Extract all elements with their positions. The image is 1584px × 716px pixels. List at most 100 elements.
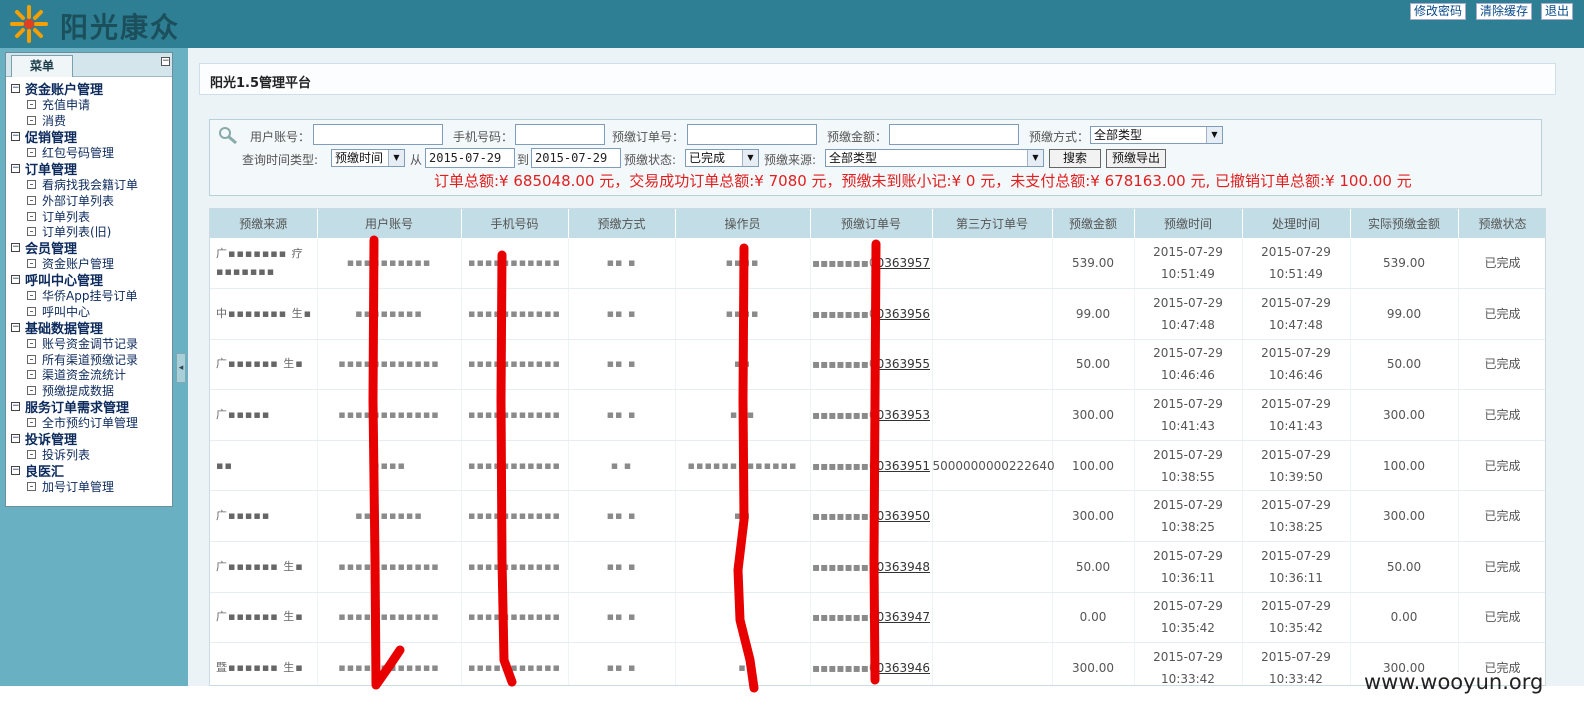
process-time-cell: 2015-07-29 10:41:43	[1242, 389, 1351, 441]
export-button[interactable]: 预缴导出	[1106, 149, 1166, 168]
menu-group[interactable]: − 投诉管理	[11, 431, 172, 448]
collapse-icon[interactable]: −	[11, 132, 20, 142]
order-number-link[interactable]: 0363953	[877, 408, 930, 422]
operator-cell: ▪▪	[675, 339, 811, 391]
method-cell: ▪▪ ▪	[568, 541, 676, 593]
process-time-cell-time: 10:35:42	[1269, 621, 1323, 636]
main-content: 阳光1.5管理平台 用户账号： 手机号码： 预缴订单号： 预缴金额： 预缴方式：…	[188, 48, 1584, 686]
menu-item[interactable]: 账号资金调节记录	[11, 335, 172, 351]
collapse-icon[interactable]: −	[11, 275, 20, 285]
column-header: 实际预缴金额	[1350, 209, 1459, 238]
column-header: 预缴时间	[1134, 209, 1243, 238]
menu-group[interactable]: − 服务订单需求管理	[11, 399, 172, 416]
prepay-time-cell-date: 2015-07-29	[1153, 245, 1223, 260]
source-value: 全部类型	[829, 151, 878, 165]
order-number-cell: ▪▪▪▪▪▪▪00363956	[810, 288, 933, 340]
prepay-time-cell-time: 10:35:42	[1161, 621, 1215, 636]
source-cell: 广▪▪▪▪▪	[210, 490, 318, 543]
menu-group[interactable]: − 订单管理	[11, 160, 172, 178]
menu-item[interactable]: 加号订单管理	[11, 478, 172, 494]
order-number-link[interactable]: 0363946	[877, 661, 930, 675]
process-time-cell-date: 2015-07-29	[1261, 397, 1331, 412]
time-type-select[interactable]: 预缴时间 ▼	[331, 149, 405, 167]
collapse-icon[interactable]: −	[11, 465, 20, 475]
prepay-order-input[interactable]	[687, 124, 817, 145]
order-number-link[interactable]: 0363947	[877, 610, 930, 624]
menu-item[interactable]: 所有渠道预缴记录	[11, 351, 172, 367]
actual-amount-cell: 539.00	[1350, 238, 1459, 290]
order-number-link[interactable]: 0363956	[877, 307, 930, 321]
to-date-input[interactable]	[531, 148, 621, 168]
amount-cell: 300.00	[1052, 389, 1135, 441]
third-party-order-cell	[932, 339, 1053, 391]
menu-item[interactable]: 订单列表	[11, 208, 172, 224]
menu-group[interactable]: − 促销管理	[11, 129, 172, 146]
user-account-input[interactable]	[313, 124, 443, 145]
page-icon	[27, 306, 36, 316]
collapse-icon[interactable]: −	[161, 57, 170, 66]
order-number-link[interactable]: 0363957	[877, 256, 930, 270]
collapse-icon[interactable]: −	[11, 163, 20, 173]
prepay-time-cell-date: 2015-07-29	[1153, 295, 1223, 310]
from-date-input[interactable]	[425, 148, 515, 168]
menu-group[interactable]: − 基础数据管理	[11, 319, 172, 337]
menu-item[interactable]: 外部订单列表	[11, 192, 172, 208]
menu-tab[interactable]: 菜单	[11, 55, 73, 77]
phone-input[interactable]	[515, 124, 605, 145]
clear-cache-button[interactable]: 清除缓存	[1476, 3, 1533, 20]
change-password-button[interactable]: 修改密码	[1410, 3, 1467, 20]
process-time-cell: 2015-07-29 10:36:11	[1242, 541, 1351, 593]
menu-item[interactable]: 充值申请	[11, 97, 172, 113]
phone-cell: ▪▪▪▪▪▪▪▪▪▪▪	[461, 440, 569, 492]
collapse-icon[interactable]: −	[11, 322, 20, 332]
menu-group[interactable]: − 良医汇	[11, 462, 172, 480]
account-cell: ▪▪▪▪	[317, 440, 462, 492]
phone-cell: ▪▪▪▪▪▪▪▪▪▪▪	[461, 389, 569, 441]
order-number-link[interactable]: 0363950	[877, 509, 930, 523]
status-value: 已完成	[689, 151, 726, 165]
order-number-prefix: ▪▪▪▪▪▪▪0	[811, 256, 877, 271]
prepay-time-cell-time: 10:36:11	[1161, 570, 1215, 585]
menu-item[interactable]: 渠道资金流统计	[11, 367, 172, 383]
amount-cell: 99.00	[1052, 288, 1135, 340]
order-number-link[interactable]: 0363951	[877, 459, 930, 473]
menu-group[interactable]: − 呼叫中心管理	[11, 272, 172, 289]
third-party-order-cell	[932, 389, 1053, 441]
actual-amount-cell: 300.00	[1350, 389, 1459, 441]
operator-cell: ▪▪▪▪	[675, 288, 811, 340]
menu-group[interactable]: − 会员管理	[11, 240, 172, 257]
search-button[interactable]: 搜索	[1049, 149, 1101, 168]
collapse-icon[interactable]: −	[11, 243, 20, 253]
source-select[interactable]: 全部类型 ▼	[825, 149, 1044, 167]
menu-header: 菜单 −	[6, 53, 172, 77]
menu-item[interactable]: 华侨App挂号订单	[11, 288, 172, 304]
column-header: 用户账号	[317, 209, 462, 238]
third-party-order-cell	[932, 541, 1053, 593]
prepay-method-select[interactable]: 全部类型 ▼	[1090, 126, 1223, 144]
sidebar-toggle-handle[interactable]: ◂	[176, 353, 186, 383]
method-cell: ▪▪ ▪	[568, 339, 676, 391]
menu-group[interactable]: − 资金账户管理	[11, 81, 172, 98]
prepay-time-cell-date: 2015-07-29	[1153, 498, 1223, 513]
order-number-cell: ▪▪▪▪▪▪▪00363948	[810, 541, 933, 593]
collapse-icon[interactable]: −	[11, 434, 20, 444]
method-cell: ▪ ▪	[568, 440, 676, 492]
menu-item[interactable]: 看病找我会籍订单	[11, 176, 172, 192]
logout-button[interactable]: 退出	[1541, 3, 1574, 20]
order-number-link[interactable]: 0363955	[877, 357, 930, 371]
collapse-icon[interactable]: −	[11, 84, 20, 94]
collapse-icon[interactable]: −	[11, 402, 20, 412]
actual-amount-cell: 50.00	[1350, 339, 1459, 391]
method-cell: ▪▪ ▪	[568, 238, 676, 290]
order-number-cell: ▪▪▪▪▪▪▪00363953	[810, 389, 933, 441]
process-time-cell-time: 10:46:46	[1269, 368, 1323, 383]
prepay-method-value: 全部类型	[1094, 128, 1143, 142]
page-icon	[27, 370, 36, 380]
account-cell: ▪▪▪▪▪▪▪▪▪▪▪▪	[317, 592, 462, 644]
order-number-prefix: ▪▪▪▪▪▪▪0	[811, 559, 877, 574]
phone-cell: ▪▪▪▪▪▪▪▪▪▪▪	[461, 541, 569, 593]
process-time-cell-date: 2015-07-29	[1261, 447, 1331, 462]
order-number-link[interactable]: 0363948	[877, 560, 930, 574]
prepay-amount-input[interactable]	[889, 124, 1019, 145]
status-select[interactable]: 已完成 ▼	[685, 149, 759, 167]
